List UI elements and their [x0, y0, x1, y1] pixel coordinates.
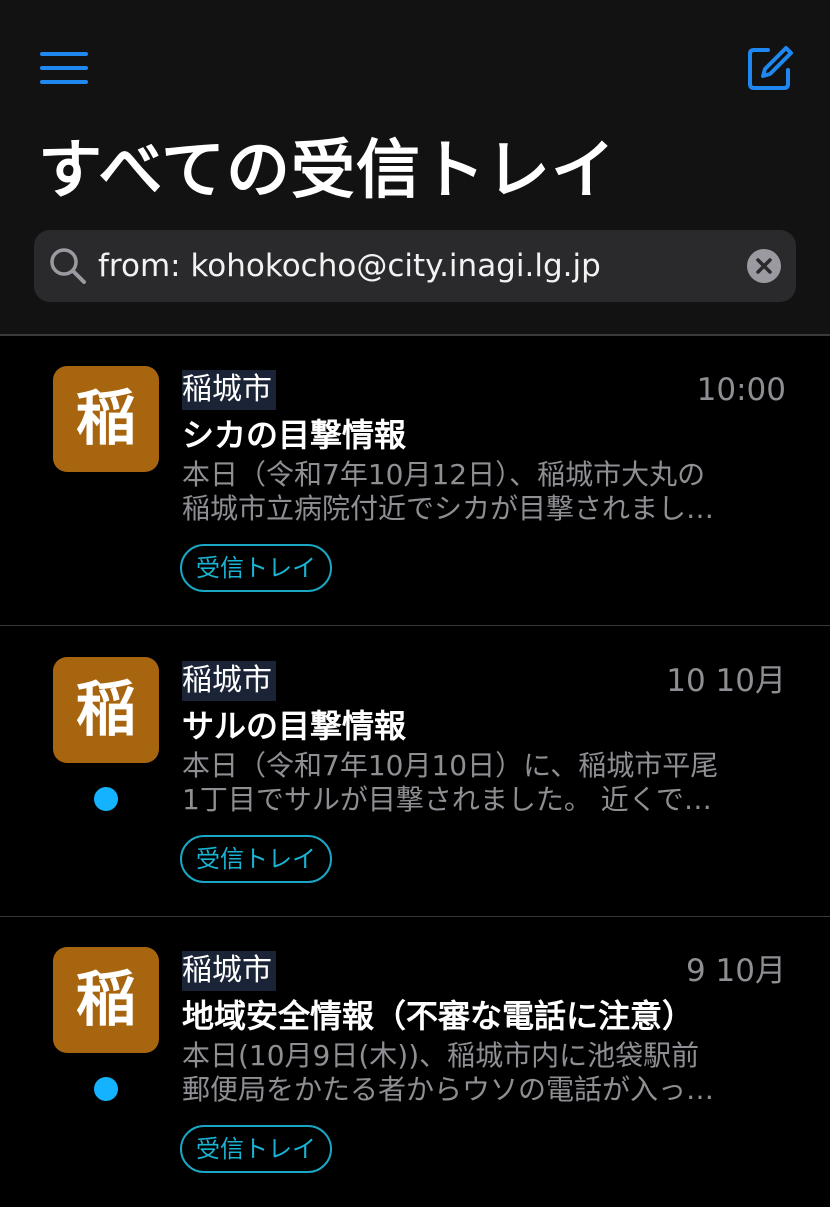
search-input[interactable]: from: kohokocho@city.inagi.lg.jp — [98, 230, 601, 302]
preview-line: 本日(10月9日(木))、稲城市内に池袋駅前 — [182, 1039, 700, 1072]
message-preview: 本日(10月9日(木))、稲城市内に池袋駅前 郵便局をかたる者からウソの電話が入… — [182, 1039, 788, 1107]
preview-line: 本日（令和7年10月12日）、稲城市大丸の — [182, 458, 706, 491]
message-time: 10:00 — [696, 372, 786, 408]
sender-avatar: 稲 — [53, 657, 159, 763]
hamburger-menu-icon — [40, 52, 88, 84]
mailbox-tag[interactable]: 受信トレイ — [180, 1125, 332, 1173]
message-time: 9 10月 — [685, 953, 786, 989]
page-title: すべての受信トレイ — [38, 134, 616, 208]
unread-indicator — [94, 787, 118, 811]
message-subject: シカの目撃情報 — [182, 416, 407, 454]
message-subject: 地域安全情報（不審な電話に注意） — [182, 997, 695, 1035]
sender-avatar: 稲 — [53, 947, 159, 1053]
row-divider — [0, 625, 830, 626]
preview-line: 稲城市立病院付近でシカが目撃されまし… — [182, 492, 715, 525]
search-icon — [50, 248, 86, 284]
unread-indicator — [94, 1077, 118, 1101]
message-preview: 本日（令和7年10月12日）、稲城市大丸の 稲城市立病院付近でシカが目撃されまし… — [182, 458, 788, 526]
compose-button[interactable] — [746, 44, 794, 92]
sender-name: 稲城市 — [182, 370, 276, 410]
message-preview: 本日（令和7年10月10日）に、稲城市平尾 1丁目でサルが目撃されました。 近く… — [182, 749, 788, 817]
sender-avatar: 稲 — [53, 366, 159, 472]
preview-line: 1丁目でサルが目撃されました。 近くで… — [182, 783, 712, 816]
message-row[interactable]: 稲 稲城市 10 10月 サルの目撃情報 本日（令和7年10月10日）に、稲城市… — [0, 627, 830, 917]
sender-name: 稲城市 — [182, 951, 276, 991]
mailbox-tag[interactable]: 受信トレイ — [180, 544, 332, 592]
mailbox-tag[interactable]: 受信トレイ — [180, 835, 332, 883]
preview-line: 郵便局をかたる者からウソの電話が入っ… — [182, 1073, 715, 1106]
navigation-header: すべての受信トレイ from: kohokocho@city.inagi.lg.… — [0, 0, 830, 334]
message-subject: サルの目撃情報 — [182, 707, 407, 745]
search-bar[interactable]: from: kohokocho@city.inagi.lg.jp — [34, 230, 796, 302]
message-time: 10 10月 — [666, 663, 786, 699]
message-row[interactable]: 稲 稲城市 10:00 シカの目撃情報 本日（令和7年10月12日）、稲城市大丸… — [0, 336, 830, 626]
clear-icon[interactable] — [746, 248, 782, 284]
menu-button[interactable] — [38, 50, 92, 90]
compose-icon — [748, 46, 793, 90]
message-row[interactable]: 稲 稲城市 9 10月 地域安全情報（不審な電話に注意） 本日(10月9日(木)… — [0, 917, 830, 1207]
sender-name: 稲城市 — [182, 661, 276, 701]
preview-line: 本日（令和7年10月10日）に、稲城市平尾 — [182, 749, 719, 782]
